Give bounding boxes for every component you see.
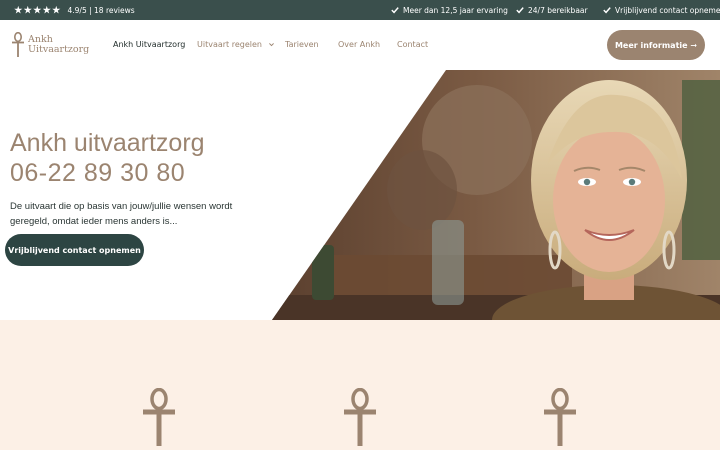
nav-item-contact[interactable]: Contact [397, 40, 428, 49]
rating-text: 4.9/5 | 18 reviews [67, 5, 135, 15]
hero-section: Ankh uitvaartzorg 06-22 89 30 80 De uitv… [0, 70, 720, 320]
nav-item-tarieven[interactable]: Tarieven [285, 40, 319, 49]
logo-line-2: Uitvaartzorg [28, 44, 90, 55]
usp-label: Vrijblijvend contact opnemen [615, 5, 720, 15]
usp-availability: 24/7 bereikbaar [516, 0, 588, 20]
ankh-logo-icon [12, 32, 24, 57]
usp-label: Meer dan 12,5 jaar ervaring [403, 5, 508, 15]
star-rating [14, 5, 61, 15]
logo[interactable]: Ankh Uitvaartzorg [11, 32, 89, 58]
hero-description: De uitvaart die op basis van jouw/jullie… [10, 201, 233, 227]
nav-item-home[interactable]: Ankh Uitvaartzorg [113, 40, 185, 49]
ankh-icon [344, 388, 376, 446]
usp-contact: Vrijblijvend contact opnemen [603, 0, 720, 20]
ankh-icon [143, 388, 175, 446]
star-icon [23, 5, 32, 14]
site-header: Ankh Uitvaartzorg Ankh Uitvaartzorg Uitv… [0, 20, 720, 70]
star-icon [33, 5, 42, 14]
check-icon [516, 7, 524, 14]
top-bar: 4.9/5 | 18 reviews Meer dan 12,5 jaar er… [0, 0, 720, 20]
usp-label: 24/7 bereikbaar [528, 5, 588, 15]
star-icon [42, 5, 51, 14]
hero-phone-number[interactable]: 06-22 89 30 80 [10, 158, 185, 188]
nav-item-uitvaart-regelen[interactable]: Uitvaart regelen [197, 40, 275, 49]
ankh-icon [544, 388, 576, 446]
nav-item-over-ankh[interactable]: Over Ankh [338, 40, 380, 49]
hero-portrait-image [272, 70, 720, 320]
check-icon [391, 7, 399, 14]
usp-experience: Meer dan 12,5 jaar ervaring [391, 0, 508, 20]
nav-item-label: Uitvaart regelen [197, 40, 262, 49]
star-icon [14, 5, 23, 14]
rating[interactable]: 4.9/5 | 18 reviews [14, 0, 135, 20]
check-icon [603, 7, 611, 14]
chevron-down-icon [268, 43, 274, 47]
more-info-button[interactable]: Meer informatie ➞ [607, 30, 705, 60]
contact-button[interactable]: Vrijblijvend contact opnemen [5, 234, 144, 266]
hero-title: Ankh uitvaartzorg [10, 129, 205, 157]
star-icon [52, 5, 61, 14]
features-section [0, 320, 720, 450]
